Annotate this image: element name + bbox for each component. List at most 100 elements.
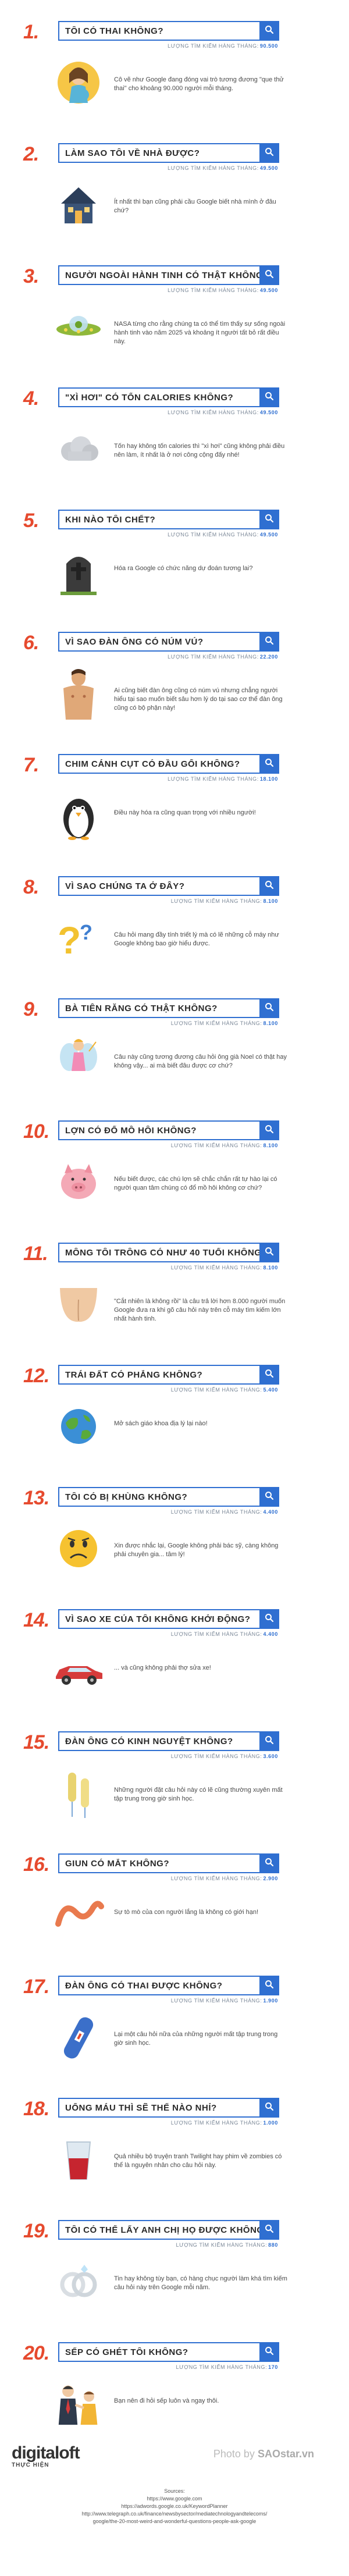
search-volume-value: 170: [268, 2364, 278, 2370]
search-bar[interactable]: LỢN CÓ ĐỔ MỒ HÔI KHÔNG?: [58, 1120, 279, 1140]
search-button[interactable]: [259, 2220, 279, 2240]
search-button[interactable]: [259, 1976, 279, 1995]
search-query[interactable]: "XÌ HƠI" CÓ TỐN CALORIES KHÔNG?: [59, 393, 259, 403]
search-bar[interactable]: TRÁI ĐẤT CÓ PHẲNG KHÔNG?: [58, 1365, 279, 1385]
search-volume-label: LƯỢNG TÌM KIẾM HÀNG THÁNG:: [176, 2364, 268, 2370]
search-bar[interactable]: BÀ TIÊN RĂNG CÓ THẬT KHÔNG?: [58, 998, 279, 1018]
search-query[interactable]: LỢN CÓ ĐỔ MỒ HÔI KHÔNG?: [59, 1126, 259, 1136]
search-bar[interactable]: TÔI CÓ BỊ KHÙNG KHÔNG?: [58, 1487, 279, 1507]
search-volume: LƯỢNG TÌM KIẾM HÀNG THÁNG: 49.500: [58, 410, 278, 415]
search-query[interactable]: VÌ SAO ĐÀN ÔNG CÓ NÚM VÚ?: [59, 637, 259, 647]
search-query[interactable]: TRÁI ĐẤT CÓ PHẲNG KHÔNG?: [59, 1370, 259, 1380]
search-button[interactable]: [259, 876, 279, 896]
search-query[interactable]: TÔI CÓ THAI KHÔNG?: [59, 26, 259, 36]
search-bar[interactable]: ĐÀN ÔNG CÓ THAI ĐƯỢC KHÔNG?: [58, 1976, 279, 1995]
search-query[interactable]: ĐÀN ÔNG CÓ THAI ĐƯỢC KHÔNG?: [59, 1981, 259, 1991]
search-icon: [265, 1491, 274, 1503]
search-query[interactable]: CHIM CÁNH CỤT CÓ ĐẦU GỐI KHÔNG?: [59, 759, 259, 769]
search-volume-label: LƯỢNG TÌM KIẾM HÀNG THÁNG:: [170, 1265, 262, 1271]
search-bar[interactable]: SẾP CÓ GHÉT TÔI KHÔNG?: [58, 2342, 279, 2362]
svg-text:?: ?: [80, 920, 92, 944]
search-button[interactable]: [259, 1609, 279, 1629]
search-bar[interactable]: GIUN CÓ MẮT KHÔNG?: [58, 1853, 279, 1873]
question-block: 3. NGƯỜI NGOÀI HÀNH TINH CÓ THẬT KHÔNG? LƯ…: [0, 244, 349, 367]
pregnant-woman-icon: [52, 54, 105, 112]
search-query[interactable]: GIUN CÓ MẮT KHÔNG?: [59, 1859, 259, 1869]
search-query[interactable]: VÌ SAO CHÚNG TA Ở ĐÂY?: [59, 881, 259, 891]
search-bar[interactable]: TÔI CÓ THỂ LẤY ANH CHỊ HỌ ĐƯỢC KHÔNG?: [58, 2220, 279, 2240]
search-icon: [265, 636, 274, 648]
search-query[interactable]: SẾP CÓ GHÉT TÔI KHÔNG?: [59, 2347, 259, 2357]
search-volume: LƯỢNG TÌM KIẾM HÀNG THÁNG: 49.500: [58, 165, 278, 171]
search-button[interactable]: [259, 1487, 279, 1507]
search-button[interactable]: [259, 21, 279, 41]
footer: digitaloft THỰC HIỆN Photo by SAOstar.vn…: [0, 2443, 349, 2576]
man-torso-icon: [52, 664, 105, 723]
search-button[interactable]: [259, 265, 279, 285]
search-button[interactable]: [259, 143, 279, 163]
source-link[interactable]: google/the-20-most-weird-and-wonderful-q…: [0, 2518, 349, 2525]
search-query[interactable]: NGƯỜI NGOÀI HÀNH TINH CÓ THẬT KHÔNG?: [59, 271, 259, 280]
search-query[interactable]: KHI NÀO TÔI CHẾT?: [59, 515, 259, 525]
question-description: Tốn hay không tốn calories thì "xì hơi" …: [114, 443, 285, 458]
search-bar[interactable]: VÌ SAO ĐÀN ÔNG CÓ NÚM VÚ?: [58, 632, 279, 652]
search-bar[interactable]: CHIM CÁNH CỤT CÓ ĐẦU GỐI KHÔNG?: [58, 754, 279, 774]
source-link[interactable]: https://www.google.com: [0, 2495, 349, 2503]
search-button[interactable]: [259, 1731, 279, 1751]
search-volume: LƯỢNG TÌM KIẾM HÀNG THÁNG: 18.100: [58, 776, 278, 782]
question-description: Hóa ra Google có chức năng dự đoán tương…: [114, 565, 253, 572]
question-block: 15. ĐÀN ÔNG CÓ KINH NGUYỆT KHÔNG? LƯỢNG TÌ…: [0, 1710, 349, 1833]
question-description: Bạn nên đi hỏi sếp luôn và ngay thôi.: [114, 2397, 219, 2404]
search-volume-label: LƯỢNG TÌM KIẾM HÀNG THÁNG:: [168, 287, 259, 293]
pregnancy-test-icon: [52, 2008, 105, 2066]
search-icon: [265, 1858, 274, 1870]
search-query[interactable]: BÀ TIÊN RĂNG CÓ THẬT KHÔNG?: [59, 1004, 259, 1013]
search-bar[interactable]: NGƯỜI NGOÀI HÀNH TINH CÓ THẬT KHÔNG?: [58, 265, 279, 285]
search-bar[interactable]: MÔNG TÔI TRÔNG CÓ NHƯ 40 TUỔI KHÔNG?: [58, 1243, 279, 1262]
search-button[interactable]: [259, 510, 279, 529]
search-button[interactable]: [259, 1853, 279, 1873]
question-marks-icon: ??: [52, 909, 105, 967]
search-button[interactable]: [259, 2342, 279, 2362]
search-button[interactable]: [259, 1120, 279, 1140]
question-block: 17. ĐÀN ÔNG CÓ THAI ĐƯỢC KHÔNG? LƯỢNG TÌM …: [0, 1955, 349, 2077]
search-button[interactable]: [259, 2098, 279, 2118]
search-bar[interactable]: VÌ SAO CHÚNG TA Ở ĐÂY?: [58, 876, 279, 896]
question-block: 9. BÀ TIÊN RĂNG CÓ THẬT KHÔNG? LƯỢNG TÌM K…: [0, 977, 349, 1100]
search-button[interactable]: [259, 998, 279, 1018]
search-button[interactable]: [259, 387, 279, 407]
search-volume-value: 5.400: [263, 1387, 278, 1393]
search-query[interactable]: VÌ SAO XE CỦA TÔI KHÔNG KHỞI ĐỘNG?: [59, 1614, 259, 1624]
search-query[interactable]: MÔNG TÔI TRÔNG CÓ NHƯ 40 TUỔI KHÔNG?: [59, 1248, 259, 1258]
search-bar[interactable]: VÌ SAO XE CỦA TÔI KHÔNG KHỞI ĐỘNG?: [58, 1609, 279, 1629]
search-bar[interactable]: "XÌ HƠI" CÓ TỐN CALORIES KHÔNG?: [58, 387, 279, 407]
source-link[interactable]: https://adwords.google.co.uk/KeywordPlan…: [0, 2503, 349, 2510]
search-query[interactable]: ĐÀN ÔNG CÓ KINH NGUYỆT KHÔNG?: [59, 1737, 259, 1746]
search-bar[interactable]: TÔI CÓ THAI KHÔNG?: [58, 21, 279, 41]
search-bar[interactable]: UỐNG MÁU THÌ SẼ THẾ NÀO NHỈ?: [58, 2098, 279, 2118]
search-query[interactable]: TÔI CÓ BỊ KHÙNG KHÔNG?: [59, 1492, 259, 1502]
search-icon: [265, 25, 274, 37]
source-link[interactable]: http://www.telegraph.co.uk/finance/newsb…: [0, 2510, 349, 2518]
search-bar[interactable]: ĐÀN ÔNG CÓ KINH NGUYỆT KHÔNG?: [58, 1731, 279, 1751]
search-button[interactable]: [259, 1365, 279, 1385]
question-block: 6. VÌ SAO ĐÀN ÔNG CÓ NÚM VÚ? LƯỢNG TÌM KIẾ…: [0, 611, 349, 733]
search-query[interactable]: LÀM SAO TÔI VỀ NHÀ ĐƯỢC?: [59, 148, 259, 158]
ufo-icon: [52, 298, 105, 356]
brand: digitaloft THỰC HIỆN: [12, 2443, 80, 2468]
search-button[interactable]: [259, 1243, 279, 1262]
question-number: 8.: [23, 876, 39, 898]
search-volume-label: LƯỢNG TÌM KIẾM HÀNG THÁNG:: [170, 1143, 262, 1148]
search-button[interactable]: [259, 632, 279, 652]
search-query[interactable]: UỐNG MÁU THÌ SẼ THẾ NÀO NHỈ?: [59, 2103, 259, 2113]
search-button[interactable]: [259, 754, 279, 774]
search-query[interactable]: TÔI CÓ THỂ LẤY ANH CHỊ HỌ ĐƯỢC KHÔNG?: [59, 2225, 259, 2235]
search-volume-value: 880: [268, 2242, 278, 2248]
search-bar[interactable]: LÀM SAO TÔI VỀ NHÀ ĐƯỢC?: [58, 143, 279, 163]
question-block: 5. KHI NÀO TÔI CHẾT? LƯỢNG TÌM KIẾM HÀNG T…: [0, 489, 349, 611]
search-volume: LƯỢNG TÌM KIẾM HÀNG THÁNG: 880: [58, 2242, 278, 2248]
question-description: Câu này cũng tương đương câu hỏi ông già…: [114, 1054, 287, 1069]
search-volume-value: 18.100: [259, 776, 278, 782]
search-bar[interactable]: KHI NÀO TÔI CHẾT?: [58, 510, 279, 529]
question-number: 14.: [23, 1609, 49, 1631]
